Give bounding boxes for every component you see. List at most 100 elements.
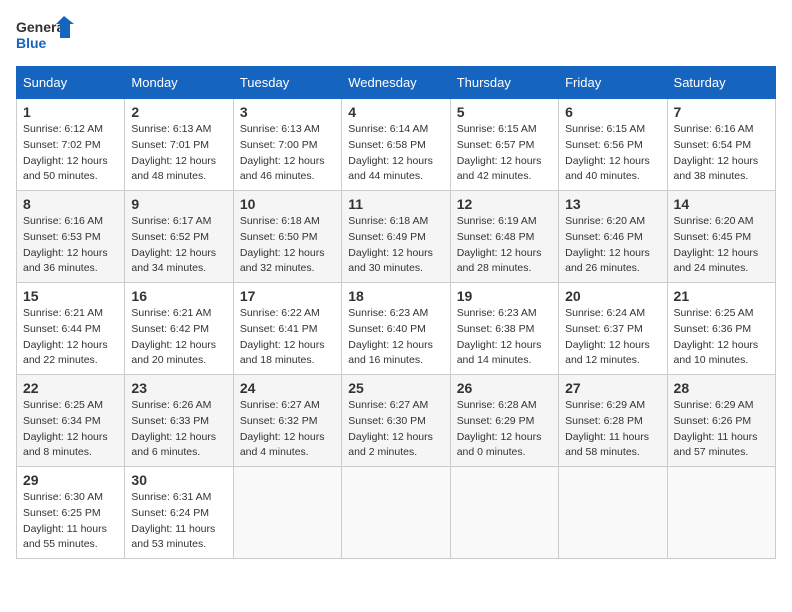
daylight-label: Daylight: 12 hours and 12 minutes. (565, 339, 650, 367)
day-info: Sunrise: 6:24 AM Sunset: 6:37 PM Dayligh… (565, 306, 660, 369)
daylight-label: Daylight: 12 hours and 34 minutes. (131, 247, 216, 275)
sunset-label: Sunset: 7:02 PM (23, 139, 101, 151)
day-number: 4 (348, 104, 443, 120)
calendar-cell: 29 Sunrise: 6:30 AM Sunset: 6:25 PM Dayl… (17, 467, 125, 559)
daylight-label: Daylight: 11 hours and 57 minutes. (674, 431, 758, 459)
sunset-label: Sunset: 6:52 PM (131, 231, 209, 243)
calendar-cell: 17 Sunrise: 6:22 AM Sunset: 6:41 PM Dayl… (233, 283, 341, 375)
weekday-header: Monday (125, 67, 233, 99)
daylight-label: Daylight: 12 hours and 4 minutes. (240, 431, 325, 459)
calendar-cell: 23 Sunrise: 6:26 AM Sunset: 6:33 PM Dayl… (125, 375, 233, 467)
day-number: 2 (131, 104, 226, 120)
calendar-cell: 5 Sunrise: 6:15 AM Sunset: 6:57 PM Dayli… (450, 99, 558, 191)
calendar-week-row: 29 Sunrise: 6:30 AM Sunset: 6:25 PM Dayl… (17, 467, 776, 559)
sunrise-label: Sunrise: 6:14 AM (348, 123, 428, 135)
day-info: Sunrise: 6:16 AM Sunset: 6:54 PM Dayligh… (674, 122, 769, 185)
daylight-label: Daylight: 12 hours and 36 minutes. (23, 247, 108, 275)
sunset-label: Sunset: 6:33 PM (131, 415, 209, 427)
calendar-cell: 16 Sunrise: 6:21 AM Sunset: 6:42 PM Dayl… (125, 283, 233, 375)
logo-svg: General Blue (16, 16, 76, 56)
day-info: Sunrise: 6:31 AM Sunset: 6:24 PM Dayligh… (131, 490, 226, 553)
calendar-week-row: 15 Sunrise: 6:21 AM Sunset: 6:44 PM Dayl… (17, 283, 776, 375)
sunrise-label: Sunrise: 6:24 AM (565, 307, 645, 319)
day-number: 20 (565, 288, 660, 304)
sunset-label: Sunset: 6:32 PM (240, 415, 318, 427)
sunrise-label: Sunrise: 6:23 AM (457, 307, 537, 319)
logo: General Blue (16, 16, 76, 56)
day-info: Sunrise: 6:13 AM Sunset: 7:00 PM Dayligh… (240, 122, 335, 185)
day-number: 8 (23, 196, 118, 212)
calendar-cell: 13 Sunrise: 6:20 AM Sunset: 6:46 PM Dayl… (559, 191, 667, 283)
calendar-cell: 25 Sunrise: 6:27 AM Sunset: 6:30 PM Dayl… (342, 375, 450, 467)
daylight-label: Daylight: 12 hours and 44 minutes. (348, 155, 433, 183)
daylight-label: Daylight: 12 hours and 16 minutes. (348, 339, 433, 367)
sunrise-label: Sunrise: 6:31 AM (131, 491, 211, 503)
calendar-cell: 10 Sunrise: 6:18 AM Sunset: 6:50 PM Dayl… (233, 191, 341, 283)
calendar-cell: 26 Sunrise: 6:28 AM Sunset: 6:29 PM Dayl… (450, 375, 558, 467)
daylight-label: Daylight: 12 hours and 22 minutes. (23, 339, 108, 367)
calendar-cell: 1 Sunrise: 6:12 AM Sunset: 7:02 PM Dayli… (17, 99, 125, 191)
daylight-label: Daylight: 12 hours and 24 minutes. (674, 247, 759, 275)
calendar-cell: 6 Sunrise: 6:15 AM Sunset: 6:56 PM Dayli… (559, 99, 667, 191)
sunset-label: Sunset: 6:45 PM (674, 231, 752, 243)
day-number: 27 (565, 380, 660, 396)
sunset-label: Sunset: 6:44 PM (23, 323, 101, 335)
day-info: Sunrise: 6:25 AM Sunset: 6:34 PM Dayligh… (23, 398, 118, 461)
day-info: Sunrise: 6:12 AM Sunset: 7:02 PM Dayligh… (23, 122, 118, 185)
calendar-cell: 8 Sunrise: 6:16 AM Sunset: 6:53 PM Dayli… (17, 191, 125, 283)
weekday-header-row: SundayMondayTuesdayWednesdayThursdayFrid… (17, 67, 776, 99)
sunset-label: Sunset: 7:01 PM (131, 139, 209, 151)
sunrise-label: Sunrise: 6:18 AM (240, 215, 320, 227)
sunset-label: Sunset: 6:49 PM (348, 231, 426, 243)
daylight-label: Daylight: 12 hours and 40 minutes. (565, 155, 650, 183)
day-number: 3 (240, 104, 335, 120)
daylight-label: Daylight: 11 hours and 53 minutes. (131, 523, 215, 551)
calendar-week-row: 8 Sunrise: 6:16 AM Sunset: 6:53 PM Dayli… (17, 191, 776, 283)
sunrise-label: Sunrise: 6:22 AM (240, 307, 320, 319)
sunset-label: Sunset: 6:57 PM (457, 139, 535, 151)
sunset-label: Sunset: 6:46 PM (565, 231, 643, 243)
sunset-label: Sunset: 6:50 PM (240, 231, 318, 243)
calendar-week-row: 22 Sunrise: 6:25 AM Sunset: 6:34 PM Dayl… (17, 375, 776, 467)
day-number: 6 (565, 104, 660, 120)
sunset-label: Sunset: 6:26 PM (674, 415, 752, 427)
sunset-label: Sunset: 6:34 PM (23, 415, 101, 427)
day-info: Sunrise: 6:29 AM Sunset: 6:26 PM Dayligh… (674, 398, 769, 461)
calendar-cell: 24 Sunrise: 6:27 AM Sunset: 6:32 PM Dayl… (233, 375, 341, 467)
day-info: Sunrise: 6:19 AM Sunset: 6:48 PM Dayligh… (457, 214, 552, 277)
day-info: Sunrise: 6:18 AM Sunset: 6:50 PM Dayligh… (240, 214, 335, 277)
day-number: 17 (240, 288, 335, 304)
daylight-label: Daylight: 12 hours and 48 minutes. (131, 155, 216, 183)
sunrise-label: Sunrise: 6:27 AM (240, 399, 320, 411)
calendar-cell: 3 Sunrise: 6:13 AM Sunset: 7:00 PM Dayli… (233, 99, 341, 191)
calendar-table: SundayMondayTuesdayWednesdayThursdayFrid… (16, 66, 776, 559)
sunrise-label: Sunrise: 6:29 AM (565, 399, 645, 411)
weekday-header: Tuesday (233, 67, 341, 99)
day-info: Sunrise: 6:30 AM Sunset: 6:25 PM Dayligh… (23, 490, 118, 553)
weekday-header: Friday (559, 67, 667, 99)
day-info: Sunrise: 6:18 AM Sunset: 6:49 PM Dayligh… (348, 214, 443, 277)
day-number: 7 (674, 104, 769, 120)
day-number: 13 (565, 196, 660, 212)
day-number: 23 (131, 380, 226, 396)
day-info: Sunrise: 6:21 AM Sunset: 6:44 PM Dayligh… (23, 306, 118, 369)
sunset-label: Sunset: 6:40 PM (348, 323, 426, 335)
calendar-cell: 14 Sunrise: 6:20 AM Sunset: 6:45 PM Dayl… (667, 191, 775, 283)
sunrise-label: Sunrise: 6:25 AM (23, 399, 103, 411)
calendar-cell (233, 467, 341, 559)
calendar-cell: 4 Sunrise: 6:14 AM Sunset: 6:58 PM Dayli… (342, 99, 450, 191)
day-info: Sunrise: 6:29 AM Sunset: 6:28 PM Dayligh… (565, 398, 660, 461)
sunrise-label: Sunrise: 6:17 AM (131, 215, 211, 227)
day-info: Sunrise: 6:27 AM Sunset: 6:32 PM Dayligh… (240, 398, 335, 461)
day-info: Sunrise: 6:22 AM Sunset: 6:41 PM Dayligh… (240, 306, 335, 369)
calendar-cell: 9 Sunrise: 6:17 AM Sunset: 6:52 PM Dayli… (125, 191, 233, 283)
sunrise-label: Sunrise: 6:21 AM (23, 307, 103, 319)
calendar-cell: 15 Sunrise: 6:21 AM Sunset: 6:44 PM Dayl… (17, 283, 125, 375)
day-number: 14 (674, 196, 769, 212)
calendar-cell: 19 Sunrise: 6:23 AM Sunset: 6:38 PM Dayl… (450, 283, 558, 375)
sunset-label: Sunset: 6:24 PM (131, 507, 209, 519)
daylight-label: Daylight: 12 hours and 20 minutes. (131, 339, 216, 367)
day-info: Sunrise: 6:26 AM Sunset: 6:33 PM Dayligh… (131, 398, 226, 461)
weekday-header: Sunday (17, 67, 125, 99)
sunrise-label: Sunrise: 6:12 AM (23, 123, 103, 135)
